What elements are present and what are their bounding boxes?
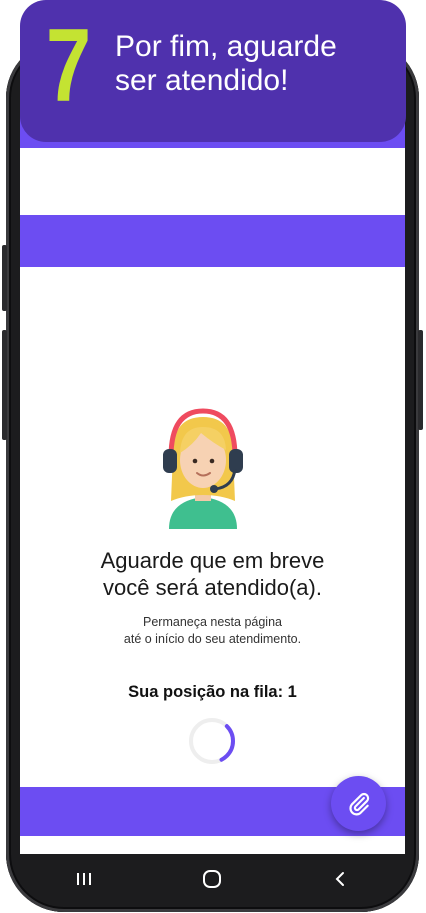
step-number: 7 [46,8,92,124]
banner-text: Por fim, aguarde ser atendido! [115,30,385,98]
back-button[interactable] [321,859,361,899]
banner-line-1: Por fim, aguarde [115,30,337,63]
home-icon [203,870,222,888]
queue-position: Sua posição na fila: 1 [128,683,297,701]
instructions-line-2: até o início do seu atendimento. [123,632,302,646]
recents-button[interactable] [64,859,104,899]
attach-file-button[interactable] [331,776,386,831]
volume-button [2,330,7,440]
side-button [418,330,423,430]
headline-line-2: você será atendido(a). [103,575,322,600]
paperclip-icon [348,792,369,815]
instructions-line-1: Permaneça nesta página [143,615,282,629]
waiting-instructions: Permaneça nesta página até o início do s… [20,614,405,648]
support-agent-icon [163,408,243,529]
app-screen: Aguarde que em breve você será atendido(… [20,60,405,854]
headline-line-1: Aguarde que em breve [100,548,325,573]
recents-icon [77,873,92,885]
waiting-panel: Aguarde que em breve você será atendido(… [20,267,405,787]
back-icon [335,872,344,886]
banner-line-2: ser atendido! [115,64,289,97]
header-spacer [20,148,405,215]
system-nav-bar [20,854,405,904]
title-bar [20,215,405,267]
waiting-headline: Aguarde que em breve você será atendido(… [20,547,405,601]
spinner-progress-arc [189,718,235,764]
power-button [2,245,7,311]
home-button[interactable] [192,859,232,899]
footer-strip [20,836,405,854]
loading-spinner [189,718,235,764]
